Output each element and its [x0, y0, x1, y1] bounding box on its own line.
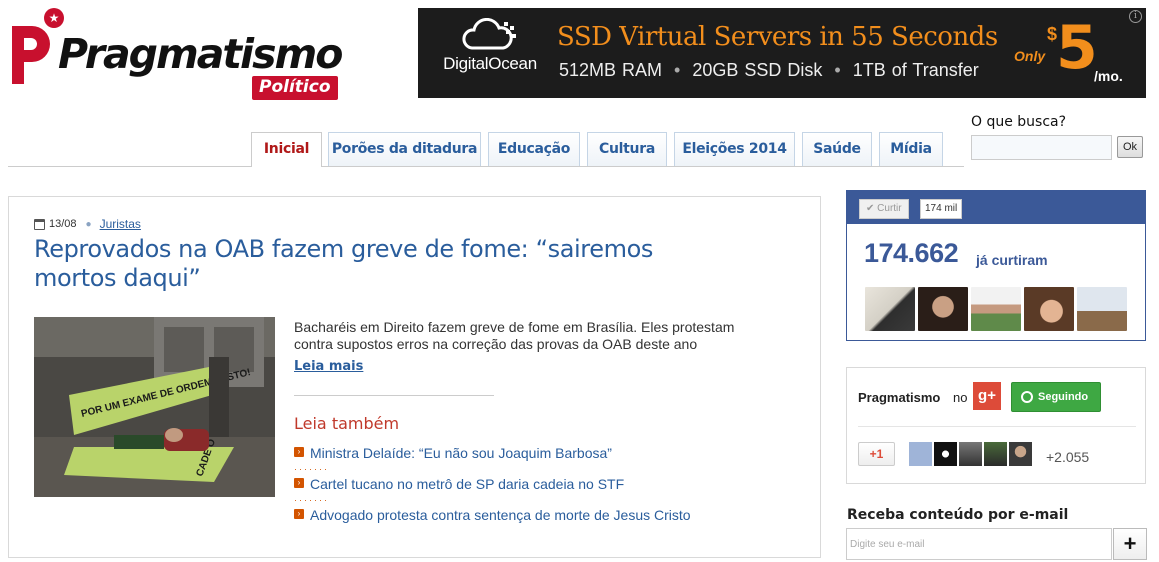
gplus-page-name[interactable]: Pragmatismo	[858, 390, 940, 405]
related-list: › Ministra Delaíde: “Eu não sou Joaquim …	[294, 445, 691, 538]
plus-one-button[interactable]: +1	[858, 442, 895, 466]
gplus-follow-label: Seguindo	[1038, 391, 1089, 403]
cloud-icon	[462, 18, 516, 50]
article-image[interactable]: POR UM EXAME DE ORDEM JUSTO! CADE O	[34, 317, 275, 497]
nav-divider	[8, 166, 964, 167]
facebook-header: ✔ Curtir 174 mil	[847, 191, 1145, 224]
fan-avatar[interactable]	[918, 287, 968, 331]
following-circle-icon	[1021, 391, 1033, 403]
ad-headline: SSD Virtual Servers in 55 Seconds	[557, 22, 998, 52]
tab-inicial[interactable]: Inicial	[251, 132, 322, 167]
fan-avatar[interactable]	[971, 287, 1021, 331]
follower-avatar[interactable]	[934, 442, 957, 466]
dotted-separator: ·······	[294, 464, 329, 474]
ad-specs: 512MB RAM • 20GB SSD Disk • 1TB of Transfer	[559, 60, 979, 80]
logo-p-mark-icon	[12, 26, 50, 84]
related-item[interactable]: › Cartel tucano no metrô de SP daria cad…	[294, 476, 691, 507]
ad-spec-transfer: 1TB of Transfer	[852, 60, 979, 80]
divider	[858, 426, 1136, 427]
arrow-right-icon: ›	[294, 509, 304, 519]
related-link[interactable]: Cartel tucano no metrô de SP daria cadei…	[310, 476, 624, 492]
divider	[294, 395, 494, 396]
info-icon[interactable]: i	[1129, 10, 1142, 23]
tab-cultura[interactable]: Cultura	[587, 132, 667, 166]
google-plus-box: Pragmatismo no g+ Seguindo +1 +2.055	[846, 367, 1146, 484]
site-logo[interactable]: ★ Pragmatismo Político	[6, 6, 346, 102]
facebook-like-suffix: já curtiram	[976, 252, 1048, 268]
facebook-fans	[865, 287, 1127, 331]
article-date: 13/08	[49, 218, 77, 230]
tab-eleicoes-2014[interactable]: Eleições 2014	[674, 132, 795, 166]
facebook-like-button[interactable]: ✔ Curtir	[859, 199, 909, 219]
tab-midia[interactable]: Mídia	[879, 132, 943, 166]
protest-photo-icon: POR UM EXAME DE ORDEM JUSTO! CADE O	[34, 317, 275, 497]
article-category-link[interactable]: Juristas	[100, 217, 141, 231]
article-card: 13/08 ● Juristas Reprovados na OAB fazem…	[8, 196, 821, 558]
fan-avatar[interactable]	[1077, 287, 1127, 331]
related-item[interactable]: › Advogado protesta contra sentença de m…	[294, 507, 691, 538]
gplus-followers	[909, 442, 1032, 466]
facebook-like-box: ✔ Curtir 174 mil 174.662 já curtiram	[846, 190, 1146, 341]
arrow-right-icon: ›	[294, 447, 304, 457]
ad-spec-ram: 512MB RAM	[559, 60, 663, 80]
article-excerpt: Bacharéis em Direito fazem greve de fome…	[294, 319, 735, 352]
newsletter-heading: Receba conteúdo por e-mail	[847, 507, 1069, 523]
follower-avatar[interactable]	[909, 442, 932, 466]
ad-brand-logo: DigitalOcean	[438, 18, 542, 74]
tab-poroes-da-ditadura[interactable]: Porões da ditadura	[328, 132, 481, 166]
search-label: O que busca?	[971, 114, 1067, 130]
logo-subtitle: Político	[252, 76, 338, 100]
facebook-like-count-bubble: 174 mil	[920, 199, 963, 219]
tab-educacao[interactable]: Educação	[488, 132, 580, 166]
logo-text: Pragmatismo	[58, 30, 343, 78]
ad-spec-disk: 20GB SSD Disk	[692, 60, 823, 80]
ad-price: 5	[1056, 13, 1098, 83]
gplus-on-label: no	[953, 390, 968, 405]
follower-avatar[interactable]	[959, 442, 982, 466]
dotted-separator: ·······	[294, 495, 329, 505]
email-field[interactable]	[846, 528, 1112, 560]
gplus-follow-button[interactable]: Seguindo	[1011, 382, 1101, 412]
fan-avatar[interactable]	[865, 287, 915, 331]
article-title[interactable]: Reprovados na OAB fazem greve de fome: “…	[34, 235, 734, 293]
related-item[interactable]: › Ministra Delaíde: “Eu não sou Joaquim …	[294, 445, 691, 476]
gplus-follower-count: +2.055	[1046, 449, 1090, 465]
related-link[interactable]: Advogado protesta contra sentença de mor…	[310, 507, 691, 523]
read-more-link[interactable]: Leia mais	[294, 359, 363, 374]
google-plus-icon[interactable]: g+	[973, 382, 1001, 410]
ad-only-label: Only	[1014, 48, 1046, 64]
follower-avatar[interactable]	[984, 442, 1007, 466]
banner-ad[interactable]: DigitalOcean SSD Virtual Servers in 55 S…	[418, 8, 1146, 98]
ad-brand-name: DigitalOcean	[443, 54, 537, 73]
ad-period: /mo.	[1094, 68, 1123, 84]
tab-saude[interactable]: Saúde	[802, 132, 872, 166]
follower-avatar[interactable]	[1009, 442, 1032, 466]
related-link[interactable]: Ministra Delaíde: “Eu não sou Joaquim Ba…	[310, 445, 612, 461]
subscribe-button[interactable]: +	[1113, 528, 1147, 560]
facebook-like-count: 174.662	[864, 238, 959, 268]
calendar-icon	[34, 218, 45, 230]
arrow-right-icon: ›	[294, 478, 304, 488]
fan-avatar[interactable]	[1024, 287, 1074, 331]
related-heading: Leia também	[294, 414, 400, 433]
bullet-icon: ●	[85, 218, 92, 230]
article-meta: 13/08 ● Juristas	[34, 217, 141, 231]
logo-star-icon: ★	[44, 8, 64, 28]
search-button[interactable]: Ok	[1117, 136, 1143, 158]
search-input[interactable]	[971, 135, 1112, 160]
